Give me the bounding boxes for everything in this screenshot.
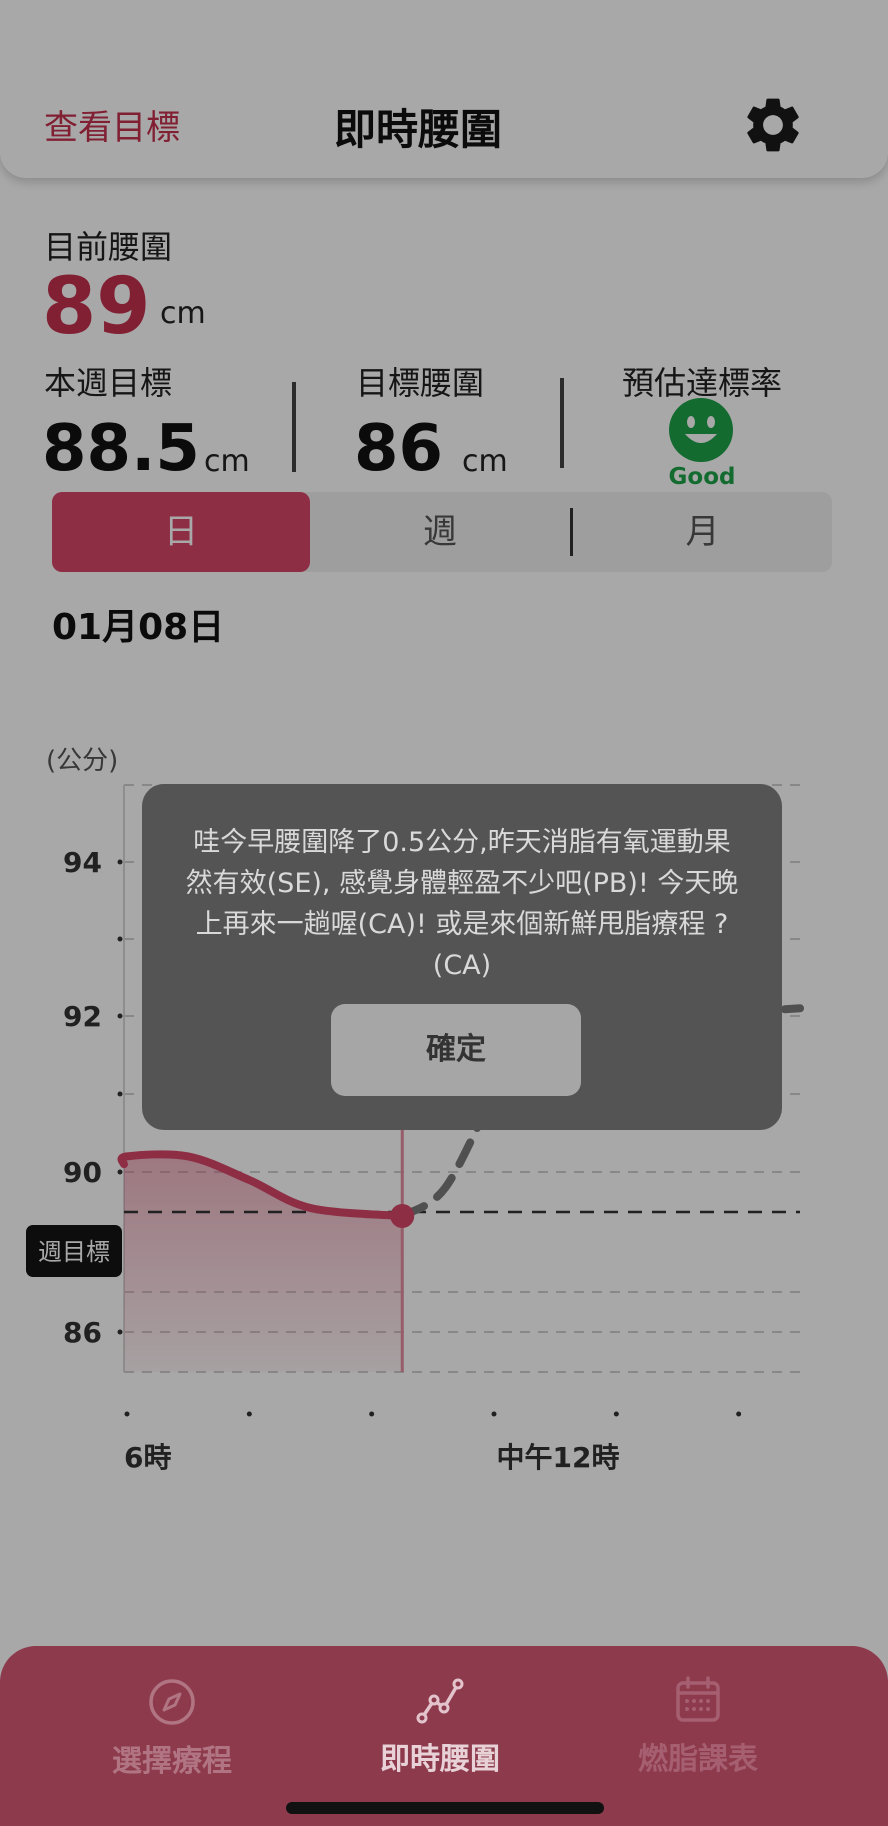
nav-label: 即時腰圍 <box>380 1742 500 1777</box>
app-screen: 查看目標 即時腰圍 目前腰圍 89 cm 本週目標 88.5 cm 目標腰圍 8… <box>0 0 888 1826</box>
home-indicator[interactable] <box>286 1802 604 1814</box>
nav-realtime-waist[interactable]: 即時腰圍 <box>340 1674 540 1778</box>
dialog-message: 哇今早腰圍降了0.5公分,昨天消脂有氧運動果然有效(SE), 感覺身體輕盈不少吧… <box>185 827 739 981</box>
line-chart-icon <box>416 1678 464 1724</box>
calendar-icon <box>676 1676 720 1722</box>
nav-fat-burning-schedule[interactable]: 燃脂課表 <box>598 1674 798 1778</box>
nav-label: 燃脂課表 <box>638 1742 758 1777</box>
compass-icon <box>149 1679 195 1725</box>
nav-label: 選擇療程 <box>112 1744 232 1779</box>
confirm-button[interactable]: 確定 <box>331 1004 581 1096</box>
nav-select-treatment[interactable]: 選擇療程 <box>72 1676 272 1780</box>
bottom-nav: 選擇療程 即時腰圍 燃脂課表 <box>0 1646 888 1826</box>
message-dialog: 哇今早腰圍降了0.5公分,昨天消脂有氧運動果然有效(SE), 感覺身體輕盈不少吧… <box>142 784 782 1130</box>
